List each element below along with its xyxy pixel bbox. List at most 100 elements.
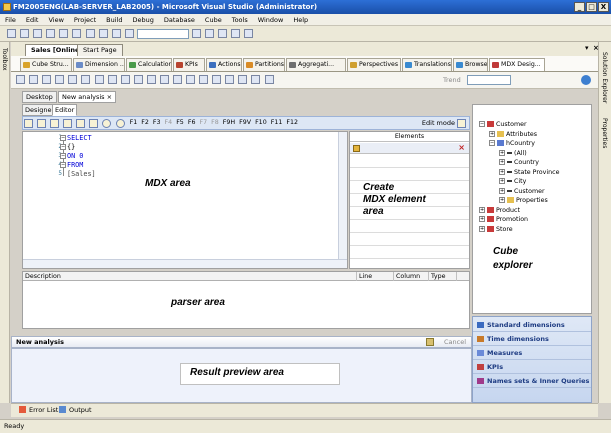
expand-toggle-icon[interactable]: − — [479, 121, 485, 127]
menu-item-view[interactable]: View — [43, 14, 68, 26]
close-button[interactable]: X — [598, 2, 609, 12]
cube-nav-button[interactable]: Measures — [473, 346, 591, 360]
save-icon[interactable] — [33, 29, 43, 38]
expand-toggle-icon[interactable]: + — [499, 168, 505, 175]
fold-toggle-icon[interactable]: − — [60, 144, 66, 150]
function-key-f11[interactable]: F11 — [269, 119, 285, 126]
menu-item-project[interactable]: Project — [69, 14, 101, 26]
save-file-icon[interactable] — [37, 119, 47, 128]
run-icon[interactable] — [124, 29, 134, 38]
tree-node[interactable]: + Properties — [499, 197, 548, 204]
print-icon[interactable] — [81, 75, 91, 84]
expand-toggle-icon[interactable]: + — [499, 197, 505, 203]
save-all-icon[interactable] — [46, 29, 56, 38]
menu-item-tools[interactable]: Tools — [227, 14, 253, 26]
execute-icon[interactable] — [94, 75, 104, 84]
tree-node[interactable]: − Customer — [479, 121, 527, 128]
step-icon[interactable] — [115, 119, 125, 128]
code-line[interactable]: {} — [67, 143, 75, 151]
close-document-icon[interactable]: × — [593, 44, 599, 52]
function-key-f7[interactable]: F7 — [197, 119, 209, 126]
expand-toggle-icon[interactable]: + — [479, 225, 485, 232]
expand-toggle-icon[interactable]: + — [479, 216, 485, 222]
code-line[interactable]: ON 0 — [67, 152, 83, 160]
grid-icon[interactable] — [29, 75, 39, 84]
toolbox-label[interactable]: Toolbox — [1, 48, 8, 71]
expand-toggle-icon[interactable]: + — [499, 178, 505, 184]
properties-icon[interactable] — [205, 29, 215, 38]
cube-nav-button[interactable]: Time dimensions — [473, 332, 591, 346]
delete-element-icon[interactable]: × — [458, 143, 465, 152]
paste-icon[interactable] — [89, 119, 99, 128]
play-icon[interactable] — [102, 119, 112, 128]
designer-tab-5[interactable]: Partitions — [243, 58, 285, 71]
fold-toggle-icon[interactable]: − — [60, 153, 66, 159]
paste-icon[interactable] — [85, 29, 95, 38]
export-icon[interactable] — [251, 75, 261, 84]
new-project-icon[interactable] — [7, 29, 17, 38]
filter-icon[interactable] — [120, 75, 130, 84]
col-line[interactable]: Line — [357, 272, 394, 281]
tab-output[interactable]: Output — [69, 406, 92, 414]
function-key-f5[interactable]: F5 — [174, 119, 186, 126]
tree-node[interactable]: − hCountry — [489, 140, 535, 147]
open-file-icon[interactable] — [24, 119, 33, 128]
save-icon[interactable] — [68, 75, 78, 84]
menu-item-cube[interactable]: Cube — [200, 14, 227, 26]
function-key-f2[interactable]: F2 — [139, 119, 151, 126]
format-icon[interactable] — [199, 75, 209, 84]
designer-tab-2[interactable]: Calculations — [126, 58, 172, 71]
function-key-f9v[interactable]: F9V — [237, 119, 253, 126]
tree-node[interactable]: + City — [499, 178, 526, 185]
code-line[interactable]: FROM — [67, 161, 83, 169]
designer-tab-10[interactable]: MDX Desig... — [489, 58, 545, 71]
chart-icon[interactable] — [42, 75, 52, 84]
designer-tab-9[interactable]: Browser — [453, 58, 488, 71]
menu-item-window[interactable]: Window — [253, 14, 289, 26]
cube-nav-button[interactable]: KPIs — [473, 360, 591, 374]
code-line[interactable]: [Sales] — [67, 170, 96, 178]
function-key-f4[interactable]: F4 — [163, 119, 175, 126]
copy-icon[interactable] — [76, 119, 86, 128]
redo-icon[interactable] — [111, 29, 121, 38]
sum-icon[interactable] — [146, 75, 156, 84]
copy-icon[interactable] — [107, 75, 117, 84]
cut-icon[interactable] — [63, 119, 73, 128]
tree-node[interactable]: + State Province — [499, 168, 559, 176]
solution-config-combo[interactable] — [136, 29, 189, 39]
designer-tab-8[interactable]: Translations — [402, 58, 452, 71]
function-key-f12[interactable]: F12 — [284, 119, 300, 126]
mdx-editor[interactable]: MDX area 1−SELECT2−{}3−ON 04−FROM5[Sales… — [22, 131, 348, 269]
open-icon[interactable] — [55, 75, 65, 84]
toolbox-strip[interactable]: Toolbox — [0, 42, 10, 403]
sort-icon[interactable] — [133, 75, 143, 84]
settings-icon[interactable] — [264, 75, 274, 84]
expand-toggle-icon[interactable]: + — [479, 206, 485, 213]
start-page-icon[interactable] — [244, 29, 254, 38]
swap-axes-icon[interactable] — [173, 75, 183, 84]
cube-nav-button[interactable]: Standard dimensions — [473, 318, 591, 332]
layout-icon[interactable] — [238, 75, 248, 84]
properties-tab[interactable]: Properties — [601, 118, 608, 148]
tree-node[interactable]: + Country — [499, 159, 539, 166]
toolbox-icon[interactable] — [218, 29, 228, 38]
chart-type-icon[interactable] — [212, 75, 222, 84]
tree-node[interactable]: + Customer — [499, 187, 545, 195]
color-icon[interactable] — [225, 75, 235, 84]
nonempty-icon[interactable] — [159, 75, 169, 84]
copy-icon[interactable] — [72, 29, 82, 38]
fold-toggle-icon[interactable]: − — [60, 162, 66, 168]
fold-toggle-icon[interactable]: − — [60, 135, 66, 141]
expand-toggle-icon[interactable]: + — [499, 187, 505, 194]
function-key-f3[interactable]: F3 — [151, 119, 163, 126]
code-line[interactable]: SELECT — [67, 134, 92, 142]
function-key-f8[interactable]: F8 — [209, 119, 221, 126]
expand-toggle-icon[interactable]: + — [489, 130, 495, 137]
result-options-icon[interactable] — [426, 338, 434, 346]
function-key-f9h[interactable]: F9H — [221, 119, 237, 126]
tree-node[interactable]: + Store — [479, 225, 513, 233]
col-type[interactable]: Type — [429, 272, 457, 281]
tree-node[interactable]: + Product — [479, 206, 520, 214]
drill-icon[interactable] — [186, 75, 196, 84]
tab-error-list[interactable]: Error List — [29, 406, 58, 414]
